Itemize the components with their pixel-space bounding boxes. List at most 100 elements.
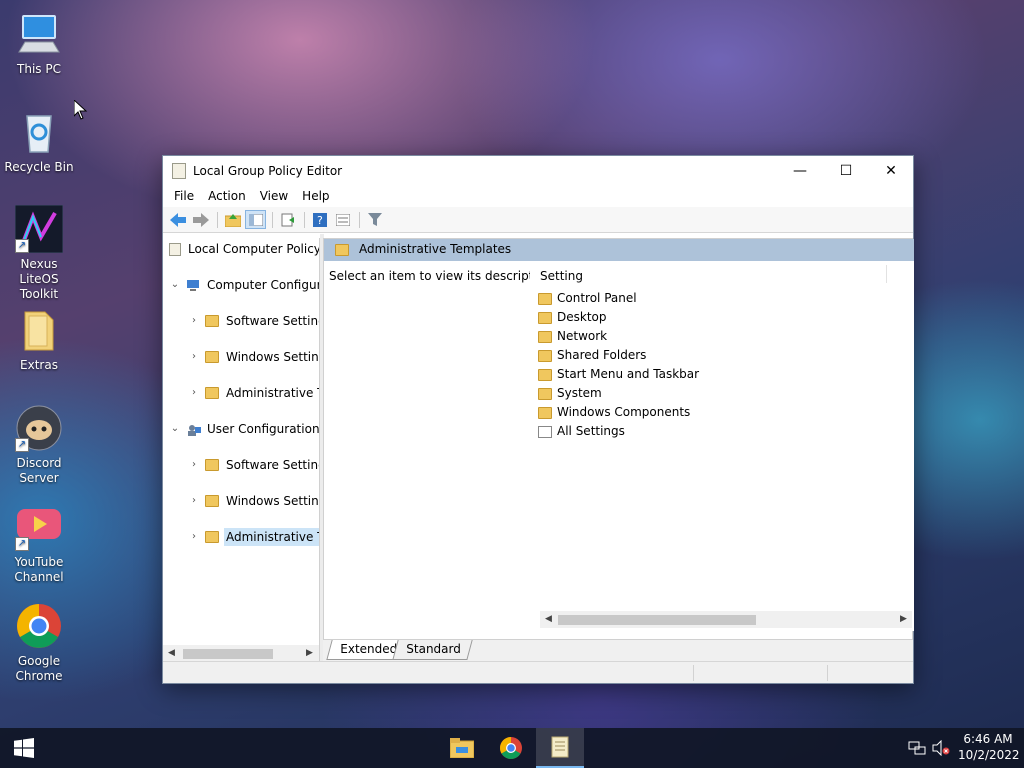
desktop-icon-label: Recycle Bin xyxy=(4,160,74,174)
shortcut-arrow-icon: ↗ xyxy=(15,438,29,452)
desktop-icon-recycle-bin[interactable]: Recycle Bin xyxy=(0,108,78,175)
shortcut-arrow-icon: ↗ xyxy=(15,239,29,253)
window-title: Local Group Policy Editor xyxy=(193,163,343,178)
minimize-button[interactable]: — xyxy=(777,156,823,185)
desktop-icon-label: Nexus LiteOS Toolkit xyxy=(19,257,59,301)
policy-document-icon xyxy=(169,243,181,256)
chevron-right-icon[interactable]: › xyxy=(188,384,200,402)
discord-icon: ↗ xyxy=(15,404,63,452)
computer-icon xyxy=(15,10,63,58)
tree-item-user-configuration[interactable]: ⌄ User Configuration xyxy=(163,420,319,438)
group-policy-app-icon xyxy=(172,162,186,179)
scroll-right-icon[interactable]: ▶ xyxy=(301,645,318,662)
column-header-setting[interactable]: Setting xyxy=(540,269,583,283)
tree-item-computer-configuration[interactable]: ⌄ Computer Configura xyxy=(163,276,319,294)
settings-list[interactable]: Setting Control Panel Desktop Network Sh… xyxy=(530,261,914,631)
chevron-right-icon[interactable]: › xyxy=(188,348,200,366)
back-icon[interactable] xyxy=(167,210,188,229)
export-list-icon[interactable] xyxy=(277,210,298,229)
folder-icon xyxy=(205,531,219,543)
taskbar-clock[interactable]: 6:46 AM 10/2/2022 xyxy=(958,731,1020,763)
forward-icon[interactable] xyxy=(190,210,211,229)
show-hide-tree-icon[interactable] xyxy=(245,210,266,229)
tree-item-windows-settings[interactable]: › Windows Setting xyxy=(163,492,319,510)
folder-icon xyxy=(538,407,552,419)
desktop-icon-youtube-channel[interactable]: ↗ YouTube Channel xyxy=(0,503,78,585)
network-icon[interactable] xyxy=(908,728,928,768)
all-settings-icon xyxy=(538,426,552,438)
status-divider xyxy=(693,665,694,681)
chevron-down-icon[interactable]: ⌄ xyxy=(169,276,181,294)
filter-icon[interactable] xyxy=(364,210,385,229)
scrollbar-thumb[interactable] xyxy=(558,615,756,625)
chrome-icon[interactable] xyxy=(487,728,535,768)
toolbar-separator xyxy=(217,211,218,228)
title-bar[interactable]: Local Group Policy Editor — ☐ ✕ xyxy=(163,156,913,185)
tree-item-software-settings[interactable]: › Software Settings xyxy=(163,456,319,474)
menu-view[interactable]: View xyxy=(253,189,295,203)
tree-item-windows-settings[interactable]: › Windows Setting xyxy=(163,348,319,366)
close-button[interactable]: ✕ xyxy=(868,156,914,185)
tree-item-administrative-templates-selected[interactable]: › Administrative Te xyxy=(163,528,319,546)
desktop-icon-extras[interactable]: Extras xyxy=(0,306,78,373)
menu-file[interactable]: File xyxy=(167,189,201,203)
scrollbar-thumb[interactable] xyxy=(183,649,273,659)
folder-icon xyxy=(205,351,219,363)
computer-config-icon xyxy=(187,279,201,291)
toolbar-separator xyxy=(304,211,305,228)
shortcut-arrow-icon: ↗ xyxy=(15,537,29,551)
tree-item-administrative-templates[interactable]: › Administrative Te xyxy=(163,384,319,402)
desktop-icon-google-chrome[interactable]: Google Chrome xyxy=(0,602,78,684)
toolbar-separator xyxy=(359,211,360,228)
folder-icon xyxy=(205,315,219,327)
folder-icon xyxy=(205,387,219,399)
description-text: Select an item to view its description. xyxy=(329,269,556,283)
file-explorer-icon[interactable] xyxy=(438,728,486,768)
taskbar: 6:46 AM 10/2/2022 xyxy=(0,728,1024,768)
group-policy-editor-icon[interactable] xyxy=(536,728,584,768)
tree-root[interactable]: Local Computer Policy xyxy=(163,240,319,258)
menu-help[interactable]: Help xyxy=(295,189,336,203)
details-pane: Administrative Templates Select an item … xyxy=(323,238,914,640)
maximize-button[interactable]: ☐ xyxy=(823,156,869,185)
nexus-toolkit-icon: ↗ xyxy=(14,204,64,254)
chrome-icon xyxy=(15,602,63,650)
desktop-icon-nexus-liteos-toolkit[interactable]: ↗ Nexus LiteOS Toolkit xyxy=(0,204,78,302)
column-divider[interactable] xyxy=(886,265,887,283)
group-policy-editor-window[interactable]: Local Group Policy Editor — ☐ ✕ File Act… xyxy=(162,155,914,684)
folder-icon xyxy=(538,388,552,400)
desktop-icon-discord-server[interactable]: ↗ Discord Server xyxy=(0,404,78,486)
properties-icon[interactable] xyxy=(332,210,353,229)
list-horizontal-scrollbar[interactable]: ◀ ▶ xyxy=(540,611,912,628)
chevron-right-icon[interactable]: › xyxy=(188,456,200,474)
menu-action[interactable]: Action xyxy=(201,189,253,203)
help-icon[interactable]: ? xyxy=(309,210,330,229)
scroll-left-icon[interactable]: ◀ xyxy=(163,645,180,662)
chevron-right-icon[interactable]: › xyxy=(188,312,200,330)
svg-text:?: ? xyxy=(317,214,323,227)
volume-muted-icon[interactable] xyxy=(932,728,952,768)
tree-item-software-settings[interactable]: › Software Settings xyxy=(163,312,319,330)
tree-horizontal-scrollbar[interactable]: ◀ ▶ xyxy=(163,645,319,662)
scroll-right-icon[interactable]: ▶ xyxy=(895,611,912,628)
desktop-icon-label: Google Chrome xyxy=(15,654,63,683)
up-folder-icon[interactable] xyxy=(222,210,243,229)
recycle-bin-icon xyxy=(15,108,63,156)
chevron-down-icon[interactable]: ⌄ xyxy=(169,420,181,438)
folder-icon xyxy=(205,459,219,471)
desktop-icon-this-pc[interactable]: This PC xyxy=(0,10,78,77)
navigation-tree[interactable]: Local Computer Policy ⌄ Computer Configu… xyxy=(163,238,320,664)
youtube-icon: ↗ xyxy=(15,503,63,551)
folder-icon xyxy=(205,495,219,507)
folder-icon xyxy=(538,350,552,362)
folder-icon xyxy=(335,244,349,256)
status-divider xyxy=(827,665,828,681)
chevron-right-icon[interactable]: › xyxy=(188,492,200,510)
tab-standard[interactable]: Standard xyxy=(392,640,473,660)
windows-start-icon[interactable] xyxy=(0,728,48,768)
folder-icon xyxy=(538,293,552,305)
folder-icon xyxy=(538,312,552,324)
chevron-right-icon[interactable]: › xyxy=(188,528,200,546)
details-header-title: Administrative Templates xyxy=(359,242,512,256)
scroll-left-icon[interactable]: ◀ xyxy=(540,611,557,628)
